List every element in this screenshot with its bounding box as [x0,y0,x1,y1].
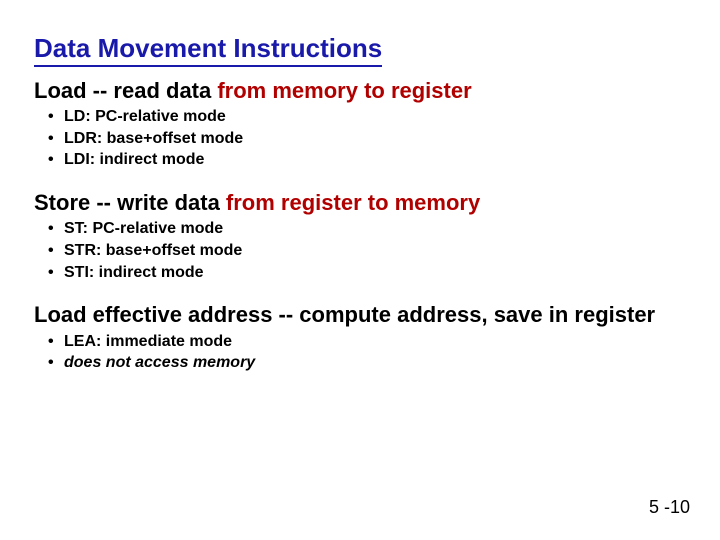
list-item: LD: PC-relative mode [64,106,686,128]
list-item: LEA: immediate mode [64,331,686,353]
section-heading-lea: Load effective address -- compute addres… [34,301,686,329]
bullet-text: STI: indirect mode [64,264,204,281]
bullet-text: LDR: base+offset mode [64,130,243,147]
page-number: 5 -10 [649,497,690,518]
list-item: STR: base+offset mode [64,240,686,262]
bullet-text: ST: PC-relative mode [64,220,223,237]
slide-title: Data Movement Instructions [34,34,382,67]
section-heading-store: Store -- write data from register to mem… [34,189,686,217]
bullet-text: LEA: immediate mode [64,333,232,350]
bullet-list-store: ST: PC-relative mode STR: base+offset mo… [34,218,686,283]
bullet-text: STR: base+offset mode [64,242,242,259]
bullet-text: does not access memory [64,354,255,371]
list-item: STI: indirect mode [64,262,686,284]
list-item: does not access memory [64,352,686,374]
slide: Data Movement Instructions Load -- read … [0,0,720,540]
list-item: ST: PC-relative mode [64,218,686,240]
bullet-text: LDI: indirect mode [64,151,204,168]
section-heading-accent: from memory to register [217,78,471,103]
section-heading-load: Load -- read data from memory to registe… [34,77,686,105]
section-heading-accent: from register to memory [226,190,480,215]
section-heading-plain: Load -- read data [34,78,217,103]
list-item: LDI: indirect mode [64,149,686,171]
section-heading-plain: Store -- write data [34,190,226,215]
bullet-text: LD: PC-relative mode [64,108,226,125]
list-item: LDR: base+offset mode [64,128,686,150]
bullet-list-load: LD: PC-relative mode LDR: base+offset mo… [34,106,686,171]
section-heading-plain: Load effective address -- compute addres… [34,302,655,327]
bullet-list-lea: LEA: immediate mode does not access memo… [34,331,686,374]
